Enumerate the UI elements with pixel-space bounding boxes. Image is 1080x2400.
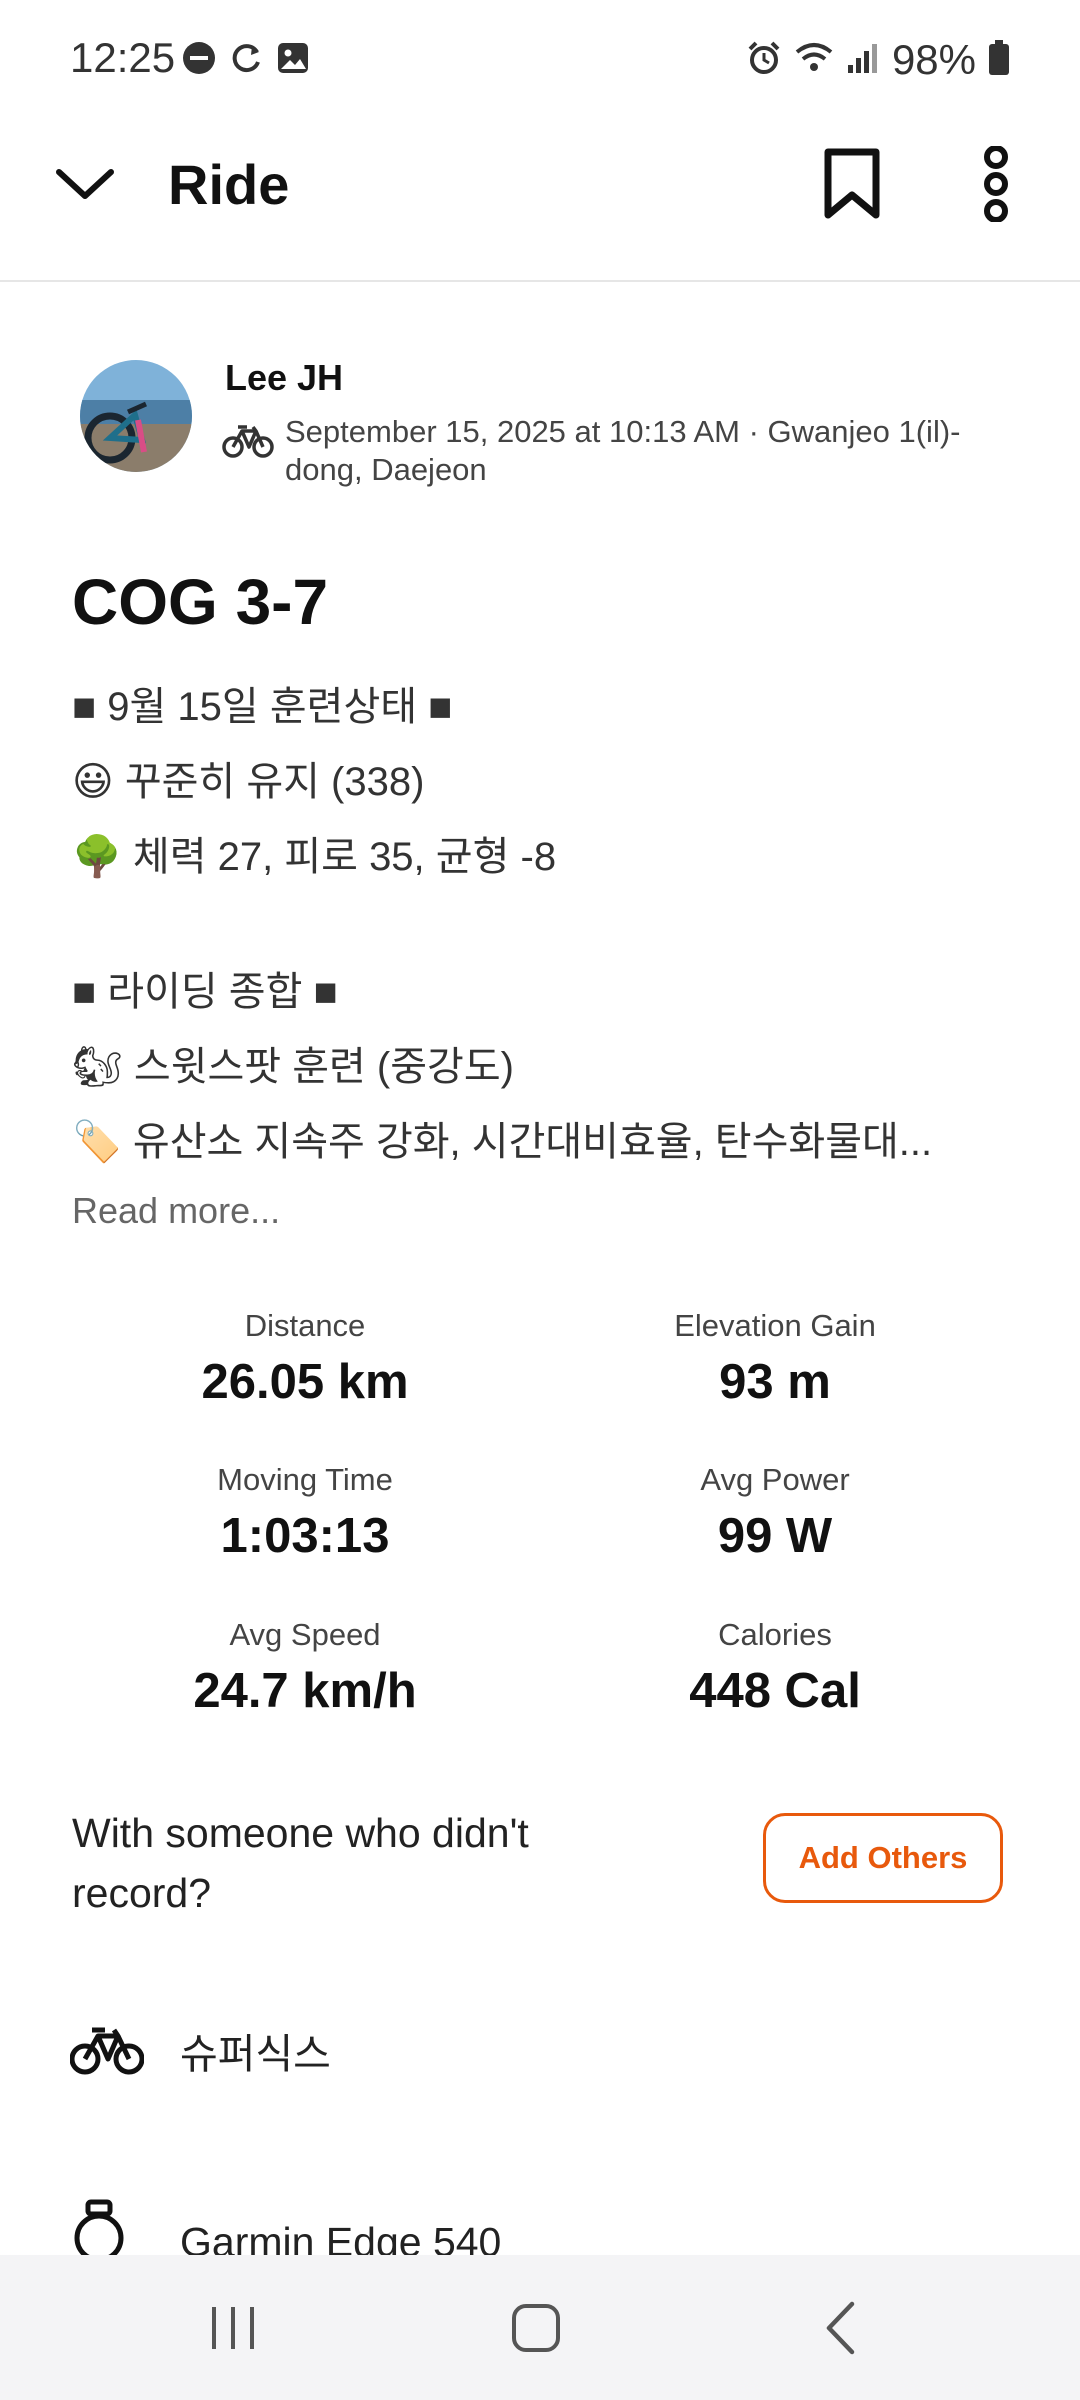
gear-label: 슈퍼식스 (180, 2031, 331, 2077)
home-icon (510, 2302, 562, 2359)
battery-icon (988, 39, 1010, 81)
stat-value: 26.05 km (201, 1355, 409, 1409)
description-line: 😃 꾸준히 유지 (338) (72, 760, 425, 804)
chevron-down-icon (55, 166, 115, 207)
app-bar (0, 110, 1080, 282)
stat-value: 24.7 km/h (193, 1664, 417, 1718)
bike-icon (222, 422, 274, 465)
activity-title: COG 3-7 (72, 566, 329, 638)
dnd-icon (182, 41, 216, 80)
recents-icon (208, 2303, 258, 2358)
page-title: Ride (168, 153, 290, 216)
description-line: 🌳 체력 27, 피로 35, 균형 -8 (72, 835, 557, 879)
avatar[interactable] (80, 360, 192, 472)
stat-label: Avg Speed (229, 1617, 381, 1652)
watch-icon (70, 2198, 180, 2258)
description-line: 🏷️ 유산소 지속주 강화, 시간대비효율, 탄수화물대... (72, 1120, 933, 1164)
stat-value: 448 Cal (689, 1664, 861, 1718)
activity-description: ■ 9월 15일 훈련상태 ■ 😃 꾸준히 유지 (338) 🌳 체력 27, … (72, 670, 1012, 1180)
home-button[interactable] (476, 2285, 596, 2375)
sync-icon (228, 40, 264, 81)
stat-value: 93 m (719, 1355, 831, 1409)
description-line: ■ 9월 15일 훈련상태 ■ (72, 685, 453, 729)
stat-label: Elevation Gain (674, 1308, 876, 1343)
gear-row-device[interactable]: Garmin Edge 540 (70, 2198, 1010, 2258)
back-button[interactable] (780, 2285, 900, 2375)
activity-meta: September 15, 2025 at 10:13 AM · Gwanjeo… (285, 414, 961, 487)
battery-percentage: 98% (891, 36, 976, 83)
stat-label: Calories (718, 1617, 832, 1652)
description-line: 🐿 스윗스팟 훈련 (중강도) (72, 1045, 514, 1089)
stat-calories: Calories 448 Cal (545, 1617, 1005, 1719)
collapse-button[interactable] (50, 146, 120, 226)
stat-moving-time: Moving Time 1:03:13 (75, 1462, 535, 1564)
stat-avg-power: Avg Power 99 W (545, 1462, 1005, 1564)
stat-label: Avg Power (700, 1462, 850, 1497)
with-others-prompt: With someone who didn't record? (72, 1810, 529, 1916)
back-icon (823, 2300, 857, 2361)
status-icons-right: 98% (746, 36, 1010, 84)
stat-avg-speed: Avg Speed 24.7 km/h (75, 1617, 535, 1719)
stat-value: 1:03:13 (220, 1509, 390, 1563)
status-time: 12:25 (70, 34, 176, 81)
stat-elevation-gain: Elevation Gain 93 m (545, 1308, 1005, 1410)
stat-label: Distance (244, 1308, 366, 1343)
alarm-icon (746, 40, 782, 81)
read-more-link[interactable]: Read more... (72, 1190, 280, 1232)
gallery-icon (276, 41, 310, 80)
recents-button[interactable] (173, 2285, 293, 2375)
stat-value: 99 W (717, 1509, 833, 1563)
gear-row-bike[interactable]: 슈퍼식스 (70, 2005, 1010, 2095)
bike-icon (70, 2024, 180, 2076)
signal-icon (846, 41, 880, 80)
gear-label: Garmin Edge 540 (180, 2219, 502, 2258)
more-vertical-icon (980, 144, 1012, 227)
author-name[interactable]: Lee JH (225, 357, 343, 399)
description-line: ■ 라이딩 종합 ■ (72, 970, 338, 1014)
add-others-button[interactable]: Add Others (763, 1813, 1003, 1903)
status-icons-left (182, 40, 310, 81)
stat-distance: Distance 26.05 km (75, 1308, 535, 1410)
bookmark-icon (823, 148, 881, 225)
bookmark-button[interactable] (815, 144, 889, 228)
more-options-button[interactable] (968, 142, 1024, 230)
stat-label: Moving Time (217, 1462, 393, 1497)
wifi-icon (794, 40, 834, 81)
